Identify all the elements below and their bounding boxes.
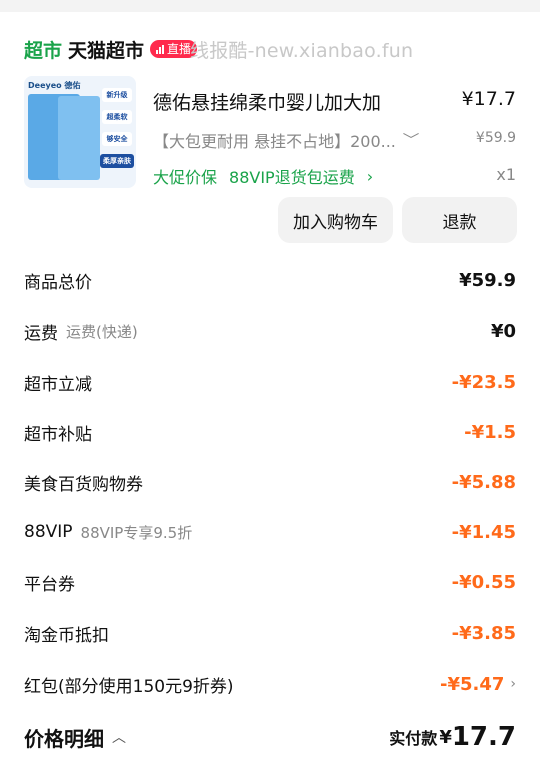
product-spec[interactable]: 【大包更耐用 悬挂不占地】200... ﹀ bbox=[153, 128, 420, 152]
row-value: -¥23.5 bbox=[451, 371, 516, 393]
row-value: ¥59.9 bbox=[459, 269, 516, 291]
row-label: 超市立减 bbox=[24, 374, 92, 395]
paid-currency: ¥ bbox=[439, 726, 452, 748]
refund-button[interactable]: 退款 bbox=[402, 197, 517, 243]
row-label: 淘金币抵扣 bbox=[24, 625, 109, 646]
supermarket-badge: 超市 bbox=[24, 39, 63, 62]
price-summary-bar: 价格明细 ︿ 实付款 ¥ 17.7 bbox=[24, 718, 516, 756]
product-thumbnail[interactable]: Deeyeo 德佑 新升级 超柔软 够安全 柔厚亲肤 bbox=[24, 76, 136, 188]
package-image-secondary bbox=[58, 96, 100, 180]
chevron-right-icon: › bbox=[366, 166, 374, 186]
total-price-row: 商品总价 ¥59.9 bbox=[24, 266, 516, 294]
promo-tags[interactable]: 大促价保 88VIP退货包运费 › bbox=[153, 164, 373, 188]
row-sublabel: 运费(快递) bbox=[66, 322, 138, 341]
thumb-tag: 够安全 bbox=[102, 132, 132, 146]
product-spec-text: 【大包更耐用 悬挂不占地】200... bbox=[153, 132, 396, 151]
store-name[interactable]: 天猫超市 bbox=[68, 36, 144, 63]
store-header[interactable]: 超市 天猫超市 直播 bbox=[24, 36, 198, 63]
red-packet-row[interactable]: 红包(部分使用150元9折券) -¥5.47 › bbox=[24, 670, 516, 698]
row-label: 商品总价 bbox=[24, 272, 92, 293]
taojinbi-row: 淘金币抵扣 -¥3.85 bbox=[24, 619, 516, 647]
product-price: ¥17.7 bbox=[461, 88, 516, 110]
row-label: 红包(部分使用150元9折券) bbox=[24, 676, 234, 697]
row-label: 美食百货购物券 bbox=[24, 474, 143, 495]
row-label: 平台券 bbox=[24, 574, 75, 595]
live-label: 直播 bbox=[167, 42, 192, 56]
top-bar-edge bbox=[0, 0, 540, 12]
platform-coupon-row: 平台券 -¥0.55 bbox=[24, 568, 516, 596]
thumb-tag: 超柔软 bbox=[102, 110, 132, 124]
thumb-brand: Deeyeo 德佑 bbox=[28, 81, 81, 90]
shopping-coupon-row: 美食百货购物券 -¥5.88 bbox=[24, 468, 516, 496]
row-label: 运费 bbox=[24, 323, 58, 344]
chevron-up-icon[interactable]: ︿ bbox=[112, 727, 126, 747]
row-label: 超市补贴 bbox=[24, 424, 92, 445]
return-shipping-tag: 88VIP退货包运费 bbox=[229, 168, 355, 187]
chevron-right-icon: › bbox=[510, 676, 516, 692]
supermarket-discount-row: 超市立减 -¥23.5 bbox=[24, 368, 516, 396]
row-value: -¥1.45 bbox=[451, 521, 516, 543]
quantity: x1 bbox=[496, 165, 516, 184]
supermarket-subsidy-row: 超市补贴 -¥1.5 bbox=[24, 418, 516, 446]
row-value: -¥0.55 bbox=[451, 571, 516, 593]
price-protect-tag: 大促价保 bbox=[153, 168, 218, 187]
live-bars-icon bbox=[156, 44, 165, 54]
thumb-tag: 新升级 bbox=[102, 88, 132, 102]
chevron-down-icon: ﹀ bbox=[402, 133, 420, 149]
row-sublabel: 88VIP专享9.5折 bbox=[80, 523, 193, 542]
price-detail-toggle[interactable]: 价格明细 bbox=[24, 723, 104, 752]
add-to-cart-button[interactable]: 加入购物车 bbox=[278, 197, 393, 243]
paid-amount: 17.7 bbox=[451, 722, 516, 752]
watermark: 线报酷-new.xianbao.fun bbox=[190, 40, 414, 62]
row-label: 88VIP bbox=[24, 522, 73, 542]
original-price: ¥59.9 bbox=[475, 130, 516, 146]
row-value: -¥1.5 bbox=[464, 421, 516, 443]
paid-label: 实付款 bbox=[389, 729, 438, 748]
thumb-tag: 柔厚亲肤 bbox=[100, 154, 134, 168]
shipping-row: 运费 运费(快递) ¥0 bbox=[24, 317, 516, 345]
row-value: -¥5.88 bbox=[451, 471, 516, 493]
row-value: -¥5.47 bbox=[439, 673, 505, 695]
row-value: -¥3.85 bbox=[451, 622, 516, 644]
row-value: ¥0 bbox=[490, 320, 516, 342]
vip-discount-row: 88VIP 88VIP专享9.5折 -¥1.45 bbox=[24, 518, 516, 546]
product-title[interactable]: 德佑悬挂绵柔巾婴儿加大加 bbox=[153, 88, 381, 115]
